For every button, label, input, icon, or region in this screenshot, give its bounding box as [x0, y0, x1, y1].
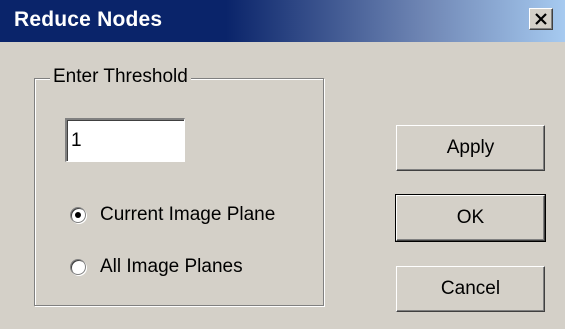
radio-current-image-plane[interactable]: Current Image Plane	[70, 204, 275, 226]
apply-button-label: Apply	[446, 137, 495, 158]
ok-button-label: OK	[456, 207, 485, 228]
close-button[interactable]	[529, 8, 553, 30]
apply-button[interactable]: Apply	[396, 125, 545, 171]
window-title: Reduce Nodes	[14, 8, 163, 31]
cancel-button-label: Cancel	[440, 278, 501, 299]
cancel-button[interactable]: Cancel	[396, 266, 545, 312]
close-icon	[535, 13, 547, 25]
title-bar[interactable]: Reduce Nodes	[0, 0, 565, 42]
radio-selected-dot	[75, 212, 81, 218]
threshold-input[interactable]	[65, 118, 185, 162]
radio-icon	[70, 259, 86, 275]
ok-button[interactable]: OK	[395, 194, 546, 242]
radio-all-image-planes[interactable]: All Image Planes	[70, 256, 243, 278]
group-legend: Enter Threshold	[50, 65, 191, 89]
radio-icon	[70, 207, 86, 223]
reduce-nodes-dialog: Reduce Nodes Enter Threshold Current Ima…	[0, 0, 565, 329]
radio-label-current-image-plane: Current Image Plane	[100, 204, 276, 225]
radio-label-all-image-planes: All Image Planes	[100, 256, 243, 277]
